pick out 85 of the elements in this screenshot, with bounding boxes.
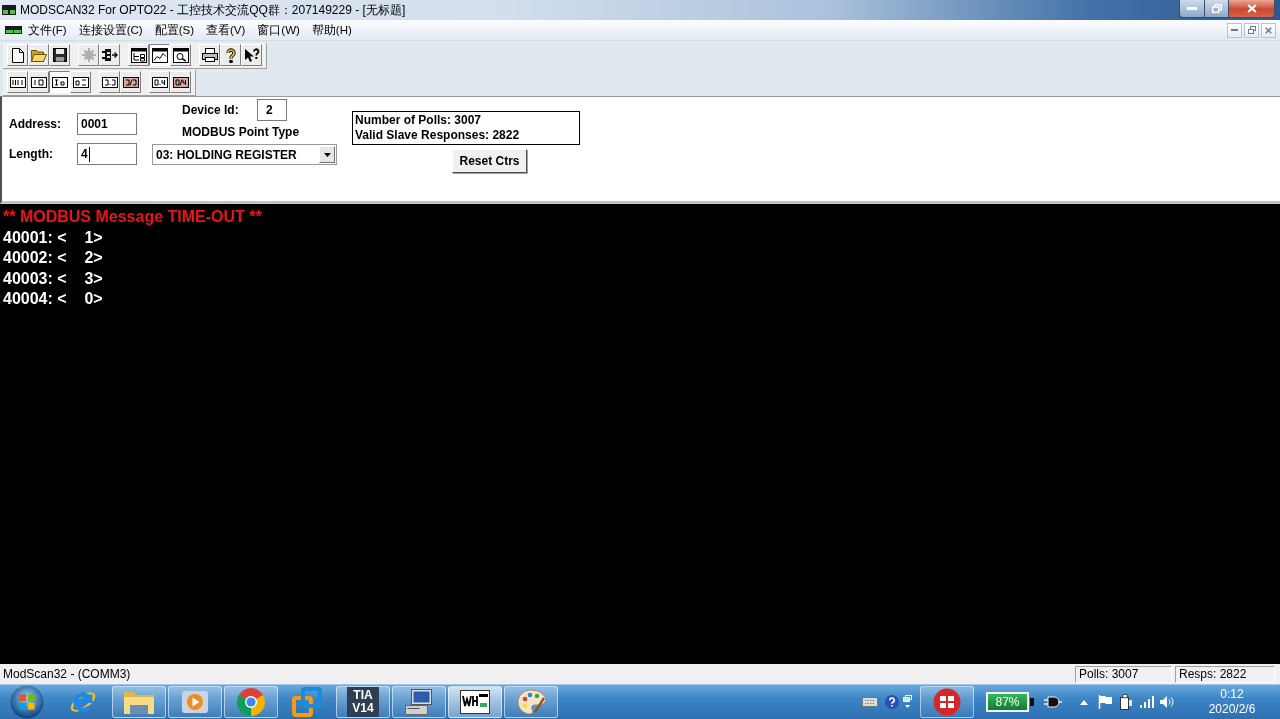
restore-button[interactable] [1205,0,1229,18]
signal-bars-icon[interactable] [1140,696,1154,708]
keyboard-icon[interactable] [862,697,878,707]
window-magnifier-icon [172,47,189,63]
toolbar-button[interactable] [149,44,170,66]
restore-icon [1247,26,1256,34]
address-label: Address: [9,117,62,131]
counter-text: Number of Polls: 3007 [355,113,483,128]
display-format-icon [72,76,89,88]
minimize-button[interactable] [1179,0,1205,18]
question-mark-icon [225,47,236,63]
menu-item[interactable]: 连接设置(C) [72,22,149,38]
point-type-dropdown[interactable]: 03: HOLDING REGISTER [152,144,337,165]
app-logo-icon [460,690,490,714]
menu-item[interactable]: 窗口(W) [251,22,306,38]
overlapping-squares-icon [292,687,322,717]
dropdown-button[interactable] [319,146,335,163]
register-value: 40001: < 1> [3,227,103,248]
display-format-icon [9,76,26,88]
child-minimize-button[interactable] [1227,22,1242,38]
counter-text: Valid Slave Responses: 2822 [355,128,521,143]
register-value: 40003: < 3> [3,268,103,289]
display-format-icon [101,76,118,88]
address-field[interactable]: 0001 [77,113,137,135]
display-format-icon [30,76,47,88]
folder-icon [30,48,47,62]
document-window-icon [5,26,22,34]
round-grid-icon [933,688,961,716]
timeout-message: ** MODBUS Message TIME-OUT ** [3,207,262,227]
close-icon [1246,4,1257,13]
device-id-field[interactable]: 2 [257,99,287,121]
menu-item[interactable]: 查看(V) [200,22,252,38]
plug-icon [101,49,118,61]
length-label: Length: [9,147,54,161]
display-format-icon [172,76,189,88]
speaker-icon[interactable] [1160,696,1174,708]
register-value: 40002: < 2> [3,248,103,268]
start-orb-icon [10,685,44,719]
taskbar-button[interactable]: TIA V14 [336,686,390,718]
restore-icon [1211,4,1222,13]
menu-item[interactable]: 帮助(H) [305,22,358,38]
reset-counters-button[interactable]: Reset Ctrs [452,149,527,173]
menu-item[interactable]: 配置(S) [148,22,200,38]
device-icon[interactable] [1120,694,1132,710]
child-close-button[interactable] [1261,22,1276,38]
status-text: ModScan32 - (COMM3) [3,667,131,681]
display-format-icon [122,76,139,88]
device-id-label: Device Id: [182,103,240,117]
minimize-icon [1231,29,1238,31]
app-icon [2,5,16,15]
window-chart-icon [151,47,168,63]
clock-date[interactable]: 2020/2/6 [1208,702,1256,717]
tray-app-button[interactable] [920,686,974,718]
display-format-icon [51,76,68,88]
help-icon[interactable] [885,695,899,709]
folder-icon [123,689,155,715]
point-type-label: MODBUS Point Type [182,125,301,139]
computer-icon [403,688,435,716]
circle-logo-icon [236,687,266,717]
pointer-question-icon [243,47,260,63]
power-plug-icon[interactable] [1044,696,1062,708]
status-panel: Resps: 2822 [1175,665,1275,683]
window-tree-icon [130,47,147,63]
toolbar-button[interactable] [49,71,70,93]
stacked-windows-icon[interactable] [903,695,912,709]
flag-icon[interactable] [1098,695,1112,709]
minimize-icon [1187,7,1197,10]
window-title: MODSCAN32 For OPTO22 - 工控技术交流QQ群：207149229 - [无标题] [20,1,406,19]
taskbar-button[interactable] [448,686,502,718]
close-button[interactable] [1229,0,1275,18]
palette-icon [516,687,546,717]
child-restore-button[interactable] [1244,22,1259,38]
length-field[interactable]: 4 [77,143,137,165]
display-format-icon [151,76,168,88]
document-icon [11,47,24,63]
status-panel: Polls: 3007 [1075,665,1172,683]
play-icon [182,689,208,715]
close-icon [1265,26,1272,34]
gear-icon [81,48,96,62]
caret-icon [323,152,331,157]
printer-icon [201,48,218,62]
clock-time[interactable]: 0:12 [1220,687,1244,702]
register-value: 40004: < 0> [3,289,103,309]
menu-item[interactable]: 文件(F) [22,22,73,38]
up-arrow-icon[interactable] [1080,699,1088,705]
